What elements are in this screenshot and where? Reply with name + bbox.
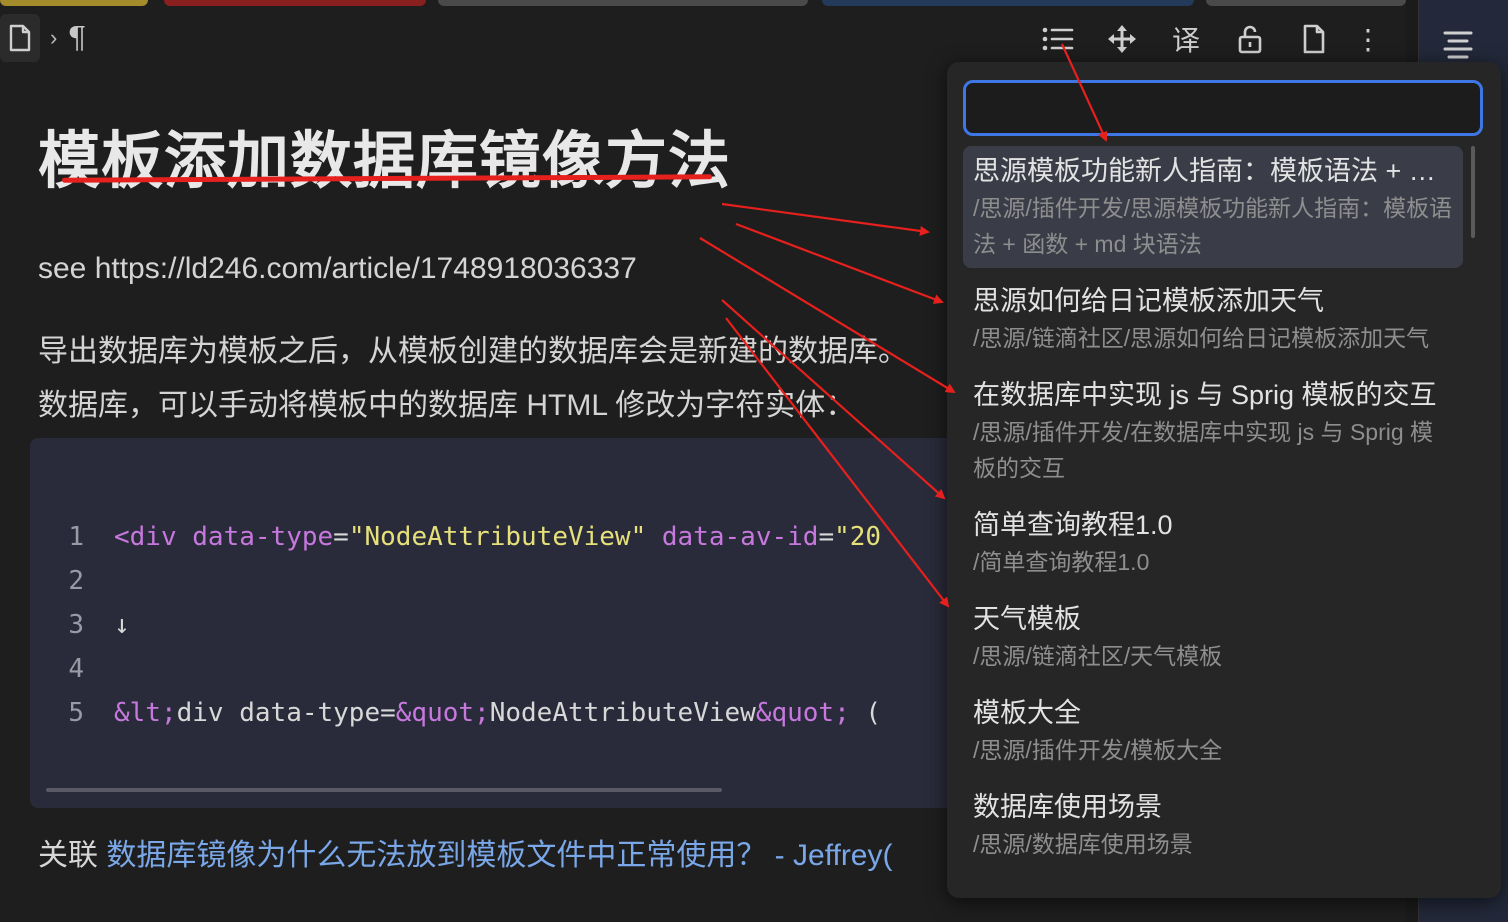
- outline-button[interactable]: [1440, 26, 1476, 62]
- doc-search-popup: 思源模板功能新人指南：模板语法 + … /思源/插件开发/思源模板功能新人指南：…: [947, 62, 1501, 898]
- result-title: 简单查询教程1.0: [973, 510, 1173, 540]
- move-icon: [1108, 25, 1136, 53]
- code-line-5: 5 &lt;div data-type=&quot;NodeAttributeVi…: [30, 698, 881, 728]
- result-path: /思源/链滴社区/天气模板: [973, 643, 1223, 669]
- result-title: 天气模板: [973, 604, 1081, 634]
- search-result-item[interactable]: 思源模板功能新人指南：模板语法 + … /思源/插件开发/思源模板功能新人指南：…: [963, 146, 1463, 268]
- related-link[interactable]: 数据库镜像为什么无法放到模板文件中正常使用？ - Jeffrey(: [106, 839, 892, 872]
- line-number: 2: [68, 566, 84, 596]
- result-title: 在数据库中实现 js 与 Sprig 模板的交互: [973, 380, 1437, 410]
- result-title: 思源如何给日记模板添加天气: [973, 286, 1324, 316]
- result-path: /思源/插件开发/在数据库中实现 js 与 Sprig 模板的交互: [973, 419, 1434, 481]
- description-line-2[interactable]: 数据库，可以手动将模板中的数据库 HTML 修改为字符实体：: [38, 380, 855, 424]
- tab-stripe-5[interactable]: [1206, 0, 1406, 6]
- align-center-icon: [1443, 31, 1473, 59]
- result-title: 模板大全: [973, 698, 1081, 728]
- tab-stripe-2[interactable]: [164, 0, 426, 6]
- line-number: 4: [68, 654, 84, 684]
- chevron-right-icon: ›: [50, 25, 58, 50]
- tab-stripe-1[interactable]: [0, 0, 148, 6]
- related-label: 关联: [38, 839, 98, 872]
- search-result-item[interactable]: 天气模板 /思源/链滴社区/天气模板: [963, 594, 1463, 680]
- move-button[interactable]: [1102, 20, 1142, 58]
- editor-toolbar: 译 ⋮: [1038, 20, 1382, 58]
- lock-button[interactable]: [1230, 20, 1270, 58]
- tab-stripe-4[interactable]: [822, 0, 1194, 6]
- code-horizontal-scrollbar[interactable]: [46, 788, 722, 792]
- result-title: 思源模板功能新人指南：模板语法 + …: [973, 156, 1436, 186]
- page-title[interactable]: 模板添加数据库镜像方法: [38, 110, 731, 200]
- annotation-arrow: [735, 222, 944, 304]
- code-line-3: 3 ↓: [30, 610, 130, 640]
- line-number: 3: [68, 610, 84, 640]
- code-line-4: 4: [30, 654, 114, 684]
- translate-button[interactable]: 译: [1166, 20, 1206, 58]
- search-input[interactable]: [963, 80, 1483, 136]
- related-paragraph[interactable]: 关联 数据库镜像为什么无法放到模板文件中正常使用？ - Jeffrey(: [38, 830, 892, 874]
- doc-button[interactable]: [1294, 20, 1334, 58]
- search-result-item[interactable]: 数据库使用场景 /思源/数据库使用场景: [963, 782, 1463, 868]
- unlock-icon: [1238, 25, 1262, 54]
- description-line-1[interactable]: 导出数据库为模板之后，从模板创建的数据库会是新建的数据库。: [38, 326, 908, 370]
- result-path: /思源/插件开发/模板大全: [973, 737, 1223, 763]
- line-number: 5: [68, 698, 84, 728]
- result-path: /思源/数据库使用场景: [973, 831, 1193, 857]
- code-block[interactable]: 1 <div data-type="NodeAttributeView" data…: [30, 438, 1030, 808]
- down-arrow-glyph: ↓: [114, 610, 130, 640]
- list-icon: [1042, 27, 1074, 51]
- result-path: /思源/插件开发/思源模板功能新人指南：模板语法 + 函数 + md 块语法: [973, 195, 1453, 257]
- breadcrumb: › ¶: [0, 14, 86, 62]
- search-result-item[interactable]: 模板大全 /思源/插件开发/模板大全: [963, 688, 1463, 774]
- file-icon: [9, 24, 31, 52]
- popup-scrollbar[interactable]: [1471, 146, 1475, 238]
- search-result-item[interactable]: 在数据库中实现 js 与 Sprig 模板的交互 /思源/插件开发/在数据库中实…: [963, 370, 1463, 492]
- code-line-2: 2: [30, 566, 114, 596]
- see-paragraph[interactable]: see https://ld246.com/article/1748918036…: [38, 252, 637, 286]
- line-number: 1: [68, 522, 84, 552]
- file-icon: [1303, 24, 1325, 54]
- annotation-arrow: [721, 202, 930, 236]
- more-button[interactable]: ⋮: [1354, 20, 1382, 58]
- result-path: /简单查询教程1.0: [973, 549, 1150, 575]
- tab-stripe-3[interactable]: [438, 0, 808, 6]
- search-result-item[interactable]: 简单查询教程1.0 /简单查询教程1.0: [963, 500, 1463, 586]
- search-result-item[interactable]: 思源如何给日记模板添加天气 /思源/链滴社区/思源如何给日记模板添加天气: [963, 276, 1463, 362]
- result-title: 数据库使用场景: [973, 792, 1162, 822]
- list-button[interactable]: [1038, 20, 1078, 58]
- paragraph-icon[interactable]: ¶: [67, 21, 86, 56]
- code-line-1: 1 <div data-type="NodeAttributeView" data…: [30, 522, 881, 552]
- result-path: /思源/链滴社区/思源如何给日记模板添加天气: [973, 325, 1430, 351]
- breadcrumb-doc-button[interactable]: [0, 14, 40, 62]
